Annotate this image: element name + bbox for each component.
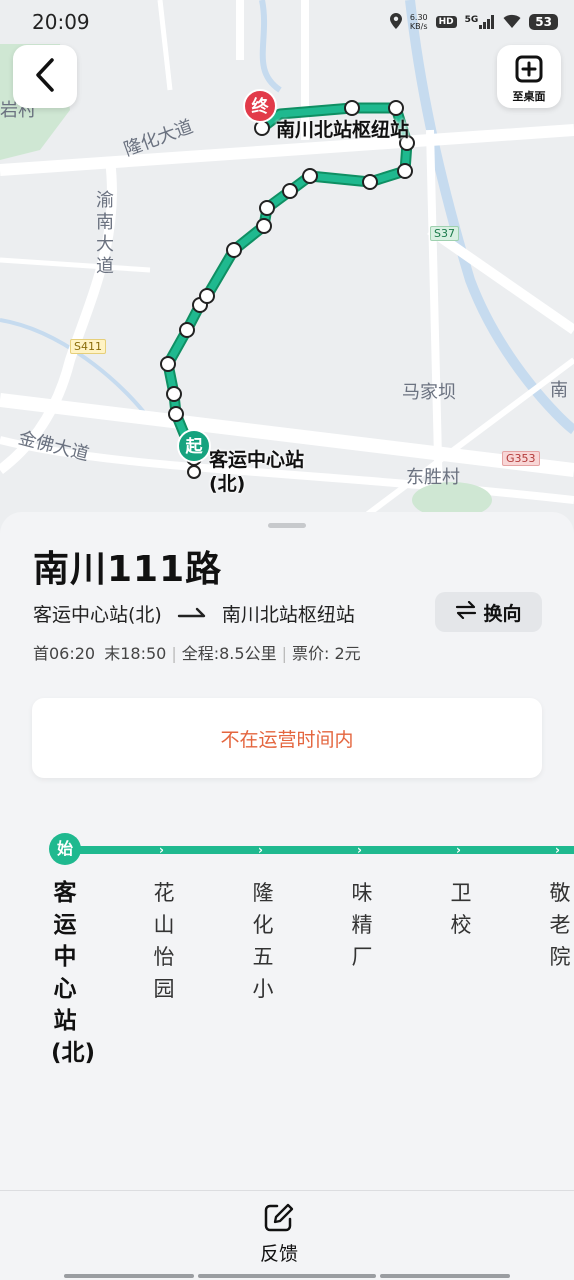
- network-type: 5G: [464, 15, 479, 25]
- direction-chevron-icon: ›: [357, 843, 362, 857]
- sheet-drag-handle[interactable]: [268, 523, 306, 528]
- stop-item[interactable]: 敬老院: [546, 877, 574, 973]
- start-stop-badge: 始: [49, 833, 81, 865]
- add-square-icon: [515, 55, 543, 87]
- net-speed: 6.30 KB/s: [410, 13, 428, 31]
- map-label-majiaba: 马家坝: [402, 382, 456, 403]
- feedback-button[interactable]: 反馈: [237, 1203, 321, 1266]
- stop-item[interactable]: 味精厂: [348, 877, 376, 973]
- service-status-notice: 不在运营时间内: [32, 698, 542, 778]
- back-arrow-icon: [34, 57, 56, 97]
- status-bar: 20:09 6.30 KB/s HD 5G 53: [0, 0, 574, 44]
- edit-feedback-icon: [263, 1203, 295, 1237]
- stop-item[interactable]: 卫校: [447, 877, 475, 941]
- direction-row: 客运中心站(北) 南川北站枢纽站: [33, 600, 355, 627]
- map-end-station-label: 南川北站枢纽站: [276, 119, 410, 141]
- wifi-icon: [503, 14, 521, 31]
- route-fare: 票价: 2元: [291, 644, 361, 663]
- location-icon: [389, 12, 402, 32]
- direction-chevron-icon: ›: [159, 843, 164, 857]
- feedback-label: 反馈: [259, 1243, 298, 1265]
- road-badge-s411: S411: [70, 339, 106, 354]
- home-indicator: [198, 1274, 376, 1278]
- stop-item[interactable]: 隆化五小: [249, 877, 277, 1005]
- home-indicator: [64, 1274, 194, 1278]
- net-speed-unit: KB/s: [409, 22, 428, 31]
- direction-chevron-icon: ›: [258, 843, 263, 857]
- swap-label: 换向: [483, 602, 522, 625]
- stop-item[interactable]: 客运中心站(北): [51, 877, 95, 1069]
- swap-icon: [455, 600, 477, 624]
- direction-from: 客运中心站(北): [33, 604, 162, 626]
- route-distance: 全程:8.5公里: [181, 644, 277, 663]
- status-time: 20:09: [32, 10, 90, 34]
- battery-icon: 53: [529, 14, 558, 30]
- route-info-row: 首06:20 末18:50 | 全程:8.5公里 | 票价: 2元: [33, 644, 361, 663]
- road-badge-g353: G353: [502, 451, 540, 466]
- map-label-dongsheng-village: 东胜村: [406, 467, 460, 488]
- direction-chevron-icon: ›: [456, 843, 461, 857]
- route-title: 南川111路: [33, 549, 223, 590]
- road-badge-s37: S37: [430, 226, 459, 241]
- signal-icon: 5G: [465, 15, 496, 29]
- direction-chevron-icon: ›: [555, 843, 560, 857]
- map-label-yunan-road: 渝南大道: [96, 190, 114, 277]
- route-map[interactable]: 岩村 隆化大道 渝南大道 马家坝 东胜村 金佛大道 南 S37 S411 G35…: [0, 0, 574, 540]
- stop-item[interactable]: 花山怡园: [150, 877, 178, 1005]
- net-speed-value: 6.30: [409, 13, 428, 22]
- swap-direction-button[interactable]: 换向: [435, 592, 542, 632]
- home-indicator: [380, 1274, 510, 1278]
- add-to-desktop-label: 至桌面: [512, 90, 546, 103]
- end-marker[interactable]: 终: [243, 89, 277, 123]
- route-line-bar: [65, 846, 574, 854]
- hd-badge: HD: [435, 16, 457, 28]
- direction-arrow-icon: [162, 603, 222, 625]
- start-marker[interactable]: 起: [177, 429, 211, 463]
- direction-to: 南川北站枢纽站: [221, 604, 355, 626]
- map-start-station-label: 客运中心站(北): [209, 449, 305, 495]
- last-bus-time: 末18:50: [104, 644, 167, 663]
- add-to-desktop-button[interactable]: 至桌面: [497, 45, 561, 108]
- bottom-action-bar: 反馈: [0, 1190, 574, 1280]
- map-label-nan: 南: [550, 380, 568, 401]
- back-button[interactable]: [13, 45, 77, 108]
- route-detail-sheet: 南川111路 客运中心站(北) 南川北站枢纽站 换向 首06:20 末18:50…: [0, 512, 574, 1280]
- first-bus-time: 首06:20: [33, 644, 96, 663]
